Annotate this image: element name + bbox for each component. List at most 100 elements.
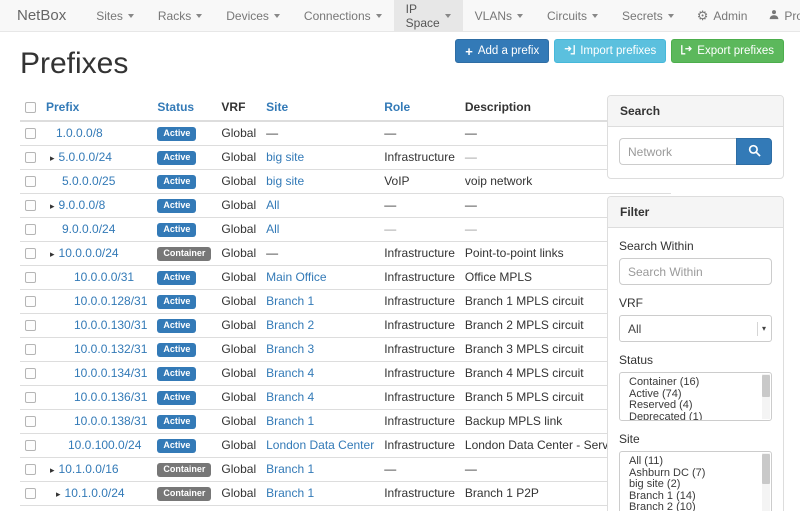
- prefix-link[interactable]: 10.0.0.0/31: [74, 270, 134, 284]
- row-checkbox[interactable]: [25, 440, 36, 451]
- row-checkbox[interactable]: [25, 152, 36, 163]
- export-prefixes-button[interactable]: Export prefixes: [671, 39, 784, 63]
- status-badge: Active: [157, 391, 196, 405]
- nav-item-sites[interactable]: Sites: [84, 0, 146, 31]
- search-button[interactable]: [736, 138, 772, 165]
- nav-item-label: IP Space: [406, 2, 440, 30]
- vrf-cell: Global: [221, 438, 256, 452]
- prefix-link[interactable]: 10.0.0.136/31: [74, 390, 147, 404]
- status-badge: Active: [157, 223, 196, 237]
- site-link[interactable]: Branch 2: [266, 318, 314, 332]
- row-checkbox[interactable]: [25, 464, 36, 475]
- site-link[interactable]: Branch 1: [266, 294, 314, 308]
- row-checkbox[interactable]: [25, 200, 36, 211]
- prefix-link[interactable]: 10.0.0.138/31: [74, 414, 147, 428]
- prefix-link[interactable]: 5.0.0.0/24: [59, 150, 112, 164]
- prefix-link[interactable]: 10.0.0.128/31: [74, 294, 147, 308]
- column-sort-link[interactable]: Prefix: [46, 100, 79, 114]
- nav-item-ip-space[interactable]: IP Space: [394, 0, 463, 31]
- prefix-link[interactable]: 10.0.0.132/31: [74, 342, 147, 356]
- site-link[interactable]: London Data Center: [266, 438, 374, 452]
- nav-item-racks[interactable]: Racks: [146, 0, 214, 31]
- prefix-link[interactable]: 9.0.0.0/8: [59, 198, 106, 212]
- site-link[interactable]: All: [266, 222, 279, 236]
- list-option[interactable]: Container (16): [620, 377, 771, 389]
- site-link[interactable]: Branch 1: [266, 462, 314, 476]
- nav-item-label: Devices: [226, 9, 269, 23]
- prefix-link[interactable]: 10.0.0.134/31: [74, 366, 147, 380]
- list-option[interactable]: Reserved (4): [620, 400, 771, 412]
- column-header-site[interactable]: Site: [261, 95, 379, 121]
- import-prefixes-button[interactable]: Import prefixes: [554, 39, 666, 63]
- status-badge: Active: [157, 175, 196, 189]
- status-badge: Active: [157, 319, 196, 333]
- site-link[interactable]: Branch 4: [266, 390, 314, 404]
- nav-item-connections[interactable]: Connections: [292, 0, 394, 31]
- site-link[interactable]: Branch 4: [266, 366, 314, 380]
- scrollbar-thumb[interactable]: [762, 454, 770, 484]
- brand-logo[interactable]: NetBox: [0, 0, 84, 31]
- vrf-cell: Global: [221, 198, 256, 212]
- search-input[interactable]: [619, 138, 736, 165]
- site-link[interactable]: Branch 3: [266, 342, 314, 356]
- row-checkbox[interactable]: [25, 344, 36, 355]
- nav-item-profile[interactable]: Profile: [758, 0, 800, 31]
- prefix-link[interactable]: 9.0.0.0/24: [62, 222, 115, 236]
- table-row: 10.0.0.138/31ActiveGlobalBranch 1Infrast…: [20, 410, 671, 434]
- list-option[interactable]: All (11): [620, 456, 771, 468]
- nav-item-admin[interactable]: ⚙ Admin: [686, 0, 759, 31]
- row-checkbox[interactable]: [25, 488, 36, 499]
- list-option[interactable]: big site (2): [620, 479, 771, 491]
- search-within-input[interactable]: [619, 258, 772, 285]
- site-link[interactable]: big site: [266, 150, 304, 164]
- row-checkbox[interactable]: [25, 392, 36, 403]
- list-option[interactable]: Active (74): [620, 389, 771, 401]
- list-option[interactable]: Deprecated (1): [620, 412, 771, 422]
- nav-item-devices[interactable]: Devices: [214, 0, 292, 31]
- column-header-prefix[interactable]: Prefix: [41, 95, 152, 121]
- prefix-link[interactable]: 10.1.0.0/16: [59, 462, 119, 476]
- column-sort-link[interactable]: Status: [157, 100, 194, 114]
- site-listbox[interactable]: All (11)Ashburn DC (7)big site (2)Branch…: [619, 451, 772, 511]
- add-prefix-button[interactable]: + Add a prefix: [455, 39, 549, 63]
- column-sort-link[interactable]: Site: [266, 100, 288, 114]
- vrf-select[interactable]: All ▾: [619, 315, 772, 342]
- status-listbox[interactable]: Container (16)Active (74)Reserved (4)Dep…: [619, 372, 772, 421]
- status-badge: Container: [157, 247, 211, 261]
- prefix-link[interactable]: 5.0.0.0/25: [62, 174, 115, 188]
- list-option[interactable]: Branch 1 (14): [620, 491, 771, 503]
- prefix-link[interactable]: 10.0.0.0/24: [59, 246, 119, 260]
- row-checkbox[interactable]: [25, 128, 36, 139]
- site-link[interactable]: Branch 1: [266, 486, 314, 500]
- list-option[interactable]: Branch 2 (10): [620, 502, 771, 511]
- row-checkbox[interactable]: [25, 368, 36, 379]
- row-checkbox[interactable]: [25, 248, 36, 259]
- row-checkbox[interactable]: [25, 176, 36, 187]
- prefix-link[interactable]: 1.0.0.0/8: [56, 126, 103, 140]
- row-checkbox[interactable]: [25, 416, 36, 427]
- list-option[interactable]: Ashburn DC (7): [620, 468, 771, 480]
- site-link[interactable]: Main Office: [266, 270, 326, 284]
- nav-item-label: Racks: [158, 9, 191, 23]
- prefix-link[interactable]: 10.1.0.0/24: [65, 486, 125, 500]
- column-sort-link[interactable]: Role: [384, 100, 410, 114]
- site-link[interactable]: All: [266, 198, 279, 212]
- nav-item-circuits[interactable]: Circuits: [535, 0, 610, 31]
- row-checkbox[interactable]: [25, 320, 36, 331]
- row-checkbox[interactable]: [25, 224, 36, 235]
- select-all-checkbox[interactable]: [25, 102, 36, 113]
- role-cell: Infrastructure: [384, 150, 455, 164]
- row-checkbox[interactable]: [25, 296, 36, 307]
- site-link[interactable]: Branch 1: [266, 414, 314, 428]
- nav-item-secrets[interactable]: Secrets: [610, 0, 686, 31]
- nav-item-vlans[interactable]: VLANs: [463, 0, 535, 31]
- site-link[interactable]: big site: [266, 174, 304, 188]
- row-checkbox[interactable]: [25, 272, 36, 283]
- scrollbar-thumb[interactable]: [762, 375, 770, 397]
- plus-icon: +: [465, 45, 473, 58]
- prefix-link[interactable]: 10.0.100.0/24: [68, 438, 141, 452]
- column-header-status[interactable]: Status: [152, 95, 216, 121]
- column-header-role[interactable]: Role: [379, 95, 460, 121]
- nav-item-label: VLANs: [475, 9, 512, 23]
- prefix-link[interactable]: 10.0.0.130/31: [74, 318, 147, 332]
